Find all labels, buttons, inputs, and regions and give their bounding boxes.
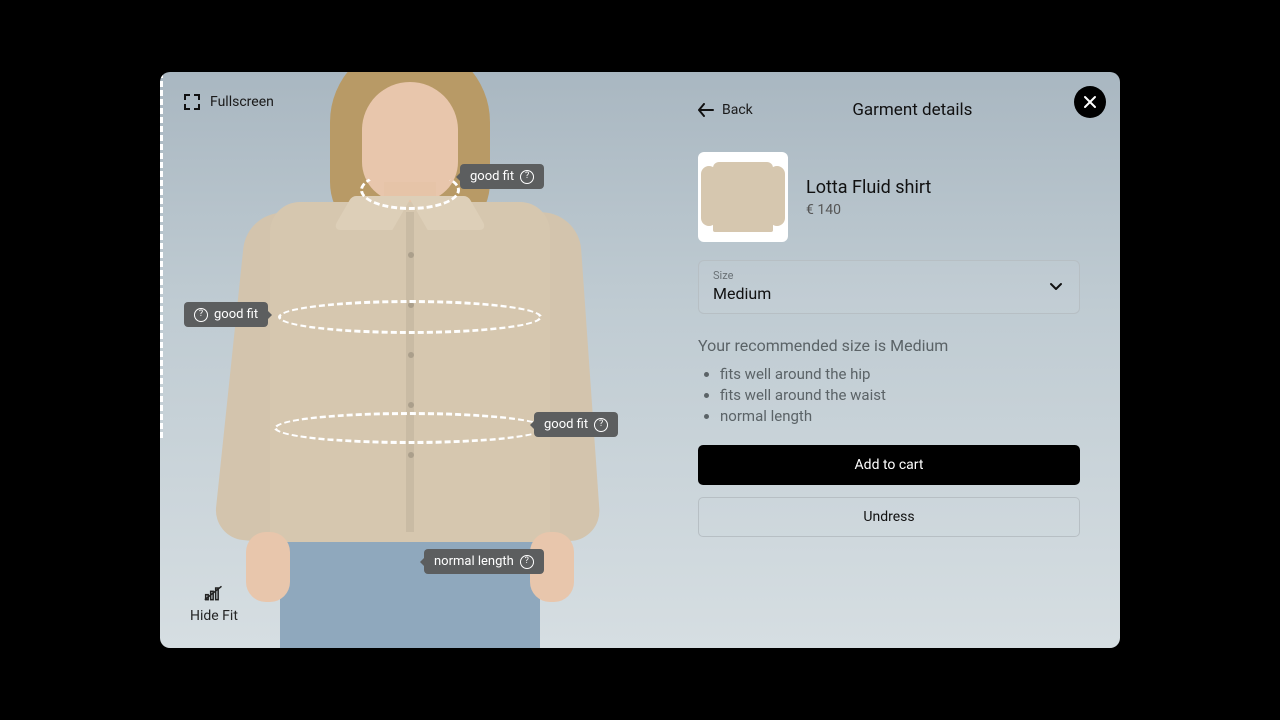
tryon-modal: good fit ? ? good fit good fit ? normal … (160, 72, 1120, 648)
fit-badge-label: good fit (470, 169, 514, 184)
product-thumbnail-image (713, 162, 773, 232)
fit-badge-label: normal length (434, 554, 514, 569)
fit-badge-chest[interactable]: ? good fit (184, 302, 268, 327)
help-icon[interactable]: ? (520, 555, 534, 569)
help-icon[interactable]: ? (520, 170, 534, 184)
shirt-button-dot (408, 352, 414, 358)
shirt-button-dot (408, 252, 414, 258)
shirt-button-dot (408, 402, 414, 408)
garment-details-panel: Back Garment details Lotta Fluid shirt €… (658, 72, 1120, 648)
help-icon[interactable]: ? (194, 308, 208, 322)
back-label: Back (722, 102, 753, 118)
fit-overlay-length (160, 72, 163, 438)
size-recommendation: Your recommended size is Medium (698, 336, 1080, 355)
fit-notes-list: fits well around the hip fits well aroun… (720, 365, 1080, 425)
product-summary: Lotta Fluid shirt € 140 (698, 152, 1080, 242)
hide-fit-label: Hide Fit (190, 608, 238, 624)
chevron-down-icon (1049, 282, 1063, 292)
model-hand (246, 532, 290, 602)
undress-label: Undress (863, 509, 914, 525)
fit-badge-label: good fit (214, 307, 258, 322)
fit-note: normal length (720, 407, 1080, 425)
model-preview: good fit ? ? good fit good fit ? normal … (160, 72, 640, 648)
fit-note: fits well around the waist (720, 386, 1080, 404)
add-to-cart-button[interactable]: Add to cart (698, 445, 1080, 485)
fit-badge-neck[interactable]: good fit ? (460, 164, 544, 189)
hide-fit-button[interactable]: Hide Fit (190, 584, 238, 624)
help-icon[interactable]: ? (594, 418, 608, 432)
fit-note: fits well around the hip (720, 365, 1080, 383)
arrow-left-icon (698, 103, 714, 117)
fit-overlay-neck (360, 170, 460, 210)
product-thumbnail[interactable] (698, 152, 788, 242)
size-field-value: Medium (713, 284, 1065, 303)
fullscreen-button[interactable]: Fullscreen (184, 94, 274, 110)
product-price: € 140 (806, 202, 931, 218)
fit-badge-length[interactable]: normal length ? (424, 549, 544, 574)
shirt-button-dot (408, 452, 414, 458)
shirt-placket (406, 212, 414, 532)
fit-overlay-waist (274, 412, 546, 444)
panel-title: Garment details (765, 100, 1080, 120)
fullscreen-label: Fullscreen (210, 94, 274, 110)
size-select[interactable]: Size Medium (698, 260, 1080, 314)
back-button[interactable]: Back (698, 102, 753, 118)
fullscreen-icon (184, 94, 200, 110)
fit-badge-waist[interactable]: good fit ? (534, 412, 618, 437)
add-to-cart-label: Add to cart (855, 457, 924, 473)
product-name: Lotta Fluid shirt (806, 177, 931, 198)
hide-fit-icon (204, 584, 224, 602)
undress-button[interactable]: Undress (698, 497, 1080, 537)
fit-overlay-chest (278, 300, 542, 334)
fit-badge-label: good fit (544, 417, 588, 432)
size-field-label: Size (713, 269, 1065, 282)
